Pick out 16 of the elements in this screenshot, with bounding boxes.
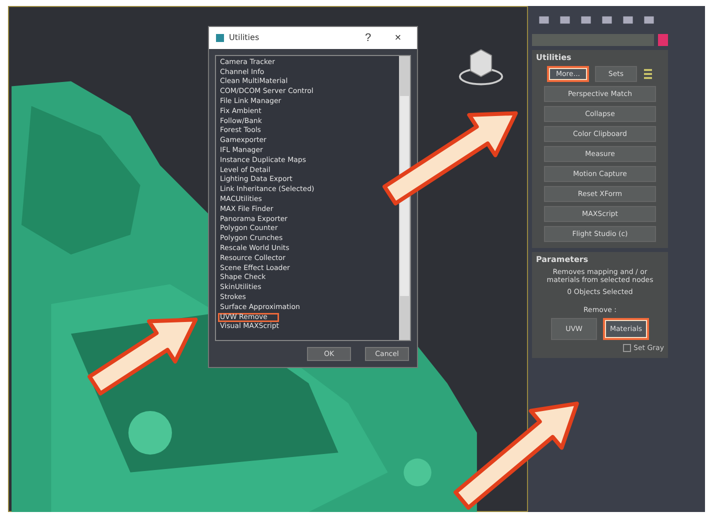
toolbar-tab-icon[interactable] [643, 14, 655, 26]
rollout-title[interactable]: Utilities [536, 53, 572, 62]
toolbar-tab-icon[interactable] [580, 14, 592, 26]
color-swatch[interactable] [658, 34, 668, 46]
list-icon[interactable] [643, 67, 653, 81]
toolbar-tab-icon[interactable] [601, 14, 613, 26]
toolbar-tab-icon[interactable] [622, 14, 634, 26]
app-icon [215, 32, 225, 43]
name-field[interactable] [532, 34, 654, 46]
help-button[interactable]: ? [355, 32, 381, 44]
dialog-title: Utilities [229, 33, 260, 42]
toolbar-tab-icon[interactable] [559, 14, 571, 26]
toolbar-tab-icon[interactable] [538, 14, 550, 26]
close-button[interactable]: × [385, 32, 411, 44]
scrollbar[interactable] [399, 56, 410, 340]
rollout-title[interactable]: Parameters [536, 255, 588, 264]
